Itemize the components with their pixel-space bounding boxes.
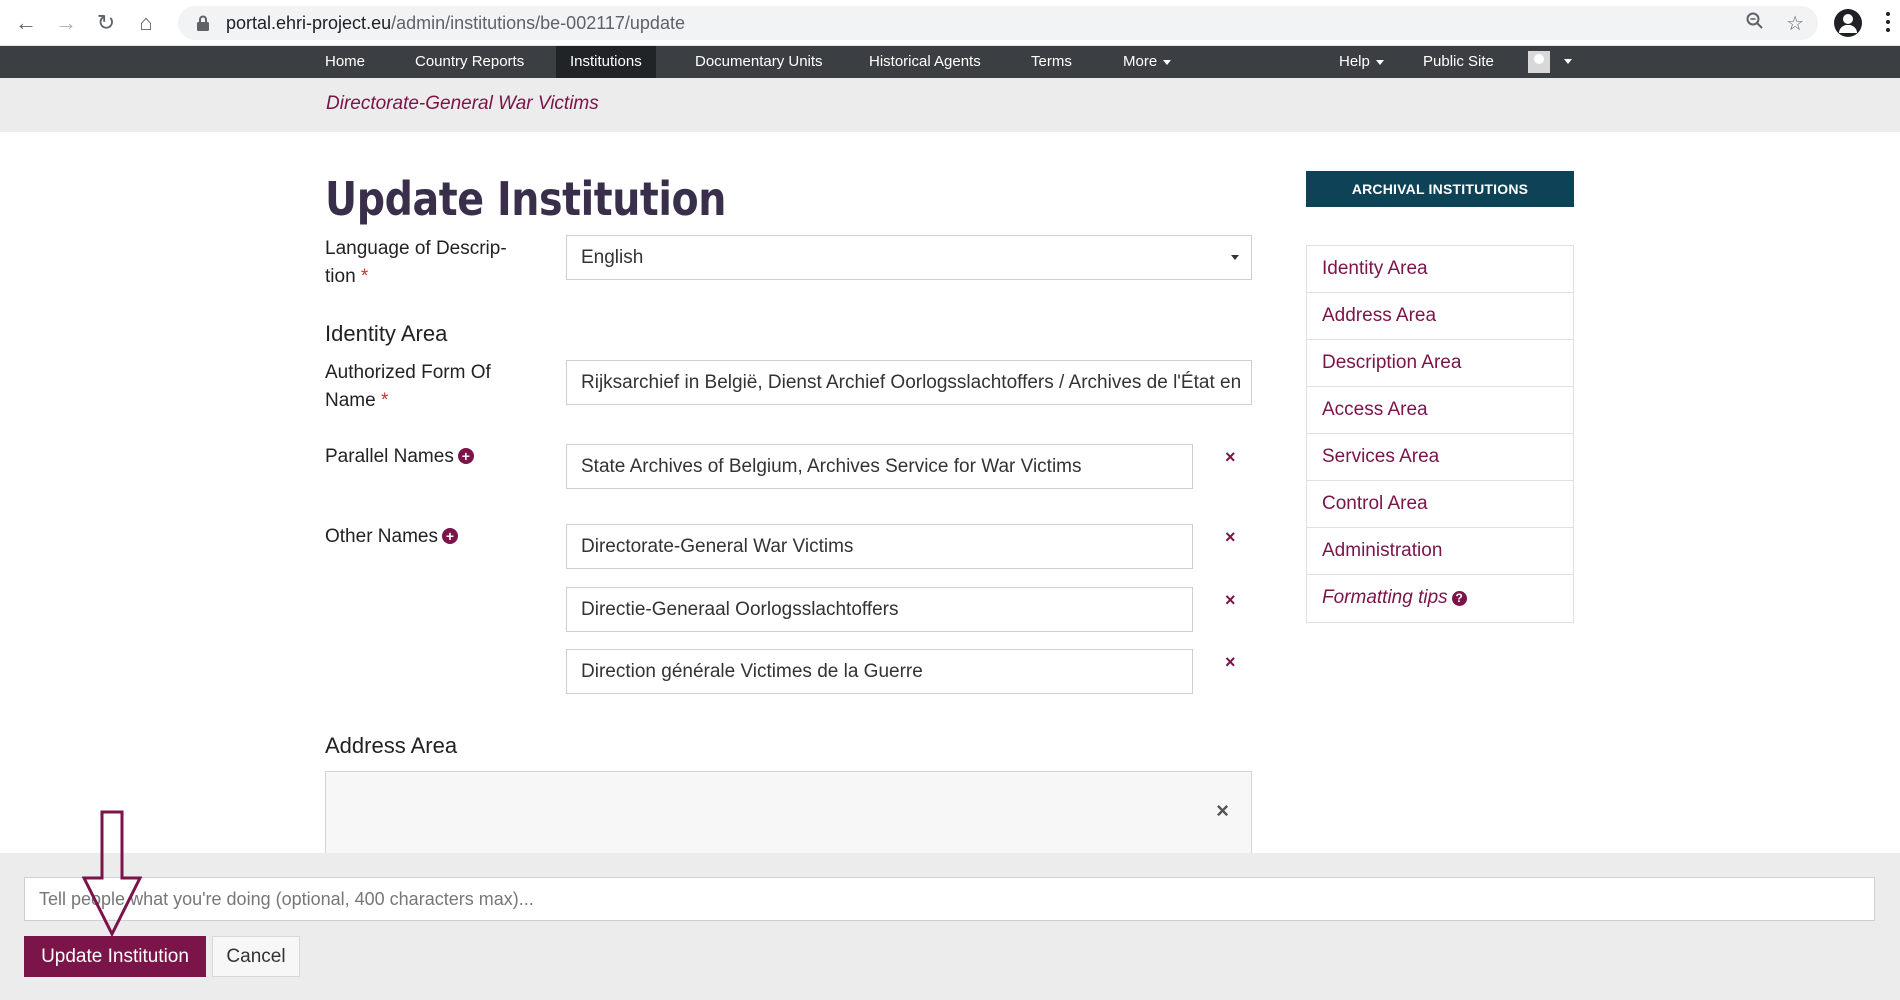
nav-historical-agents[interactable]: Historical Agents: [855, 46, 995, 78]
add-parallel-name-icon[interactable]: +: [457, 448, 474, 464]
breadcrumb[interactable]: Directorate-General War Victims: [326, 93, 599, 115]
browser-menu-icon[interactable]: [1885, 12, 1891, 32]
nav-institutions[interactable]: Institutions: [556, 46, 656, 78]
parallel-name-field[interactable]: State Archives of Belgium, Archives Serv…: [566, 444, 1193, 489]
back-icon[interactable]: ←: [6, 3, 46, 43]
nav-documentary-units[interactable]: Documentary Units: [681, 46, 837, 78]
nav-help[interactable]: Help: [1325, 46, 1398, 78]
other-name-field-1[interactable]: Directorate-General War Victims: [566, 524, 1193, 569]
remove-other-name-icon[interactable]: ×: [1225, 527, 1236, 548]
authorized-name-field[interactable]: Rijksarchief in België, Dienst Archief O…: [566, 360, 1252, 405]
identity-area-heading: Identity Area: [325, 321, 448, 346]
sidebar-item-services-area[interactable]: Services Area: [1307, 434, 1573, 481]
nav-terms[interactable]: Terms: [1017, 46, 1086, 78]
language-select[interactable]: English: [566, 235, 1252, 280]
chevron-down-icon: [1375, 59, 1384, 65]
help-icon: ?: [1451, 591, 1467, 606]
required-mark: *: [380, 390, 389, 411]
sidebar-item-formatting-tips[interactable]: Formatting tips?: [1307, 575, 1573, 622]
action-bar: Tell people what you're doing (optional,…: [0, 853, 1900, 1000]
language-label-line2: tion: [325, 266, 356, 287]
nav-more-label: More: [1123, 53, 1158, 70]
address-area-heading: Address Area: [325, 733, 458, 758]
sidebar-item-address-area[interactable]: Address Area: [1307, 293, 1573, 340]
sidebar-item-administration[interactable]: Administration: [1307, 528, 1573, 575]
other-names-label-text: Other Names: [325, 526, 438, 547]
user-avatar[interactable]: [1528, 51, 1550, 73]
formatting-tips-label: Formatting tips: [1322, 587, 1448, 608]
other-name-field-3[interactable]: Direction générale Victimes de la Guerre: [566, 649, 1193, 694]
authorized-label-line2: Name: [325, 390, 376, 411]
forward-icon[interactable]: →: [46, 3, 86, 43]
url-path: /admin/institutions/be-002117/update: [391, 12, 685, 33]
lock-icon: [194, 14, 212, 32]
language-select-value: English: [581, 247, 644, 268]
sidebar-item-identity-area[interactable]: Identity Area: [1307, 246, 1573, 293]
nav-home[interactable]: Home: [311, 46, 379, 78]
browser-toolbar: ← → ↻ ⌂ portal.ehri-project.eu/admin/ins…: [0, 0, 1900, 46]
sidebar-heading: ARCHIVAL INSTITUTIONS: [1306, 171, 1574, 207]
sidebar-item-control-area[interactable]: Control Area: [1307, 481, 1573, 528]
required-mark: *: [360, 266, 369, 287]
remove-other-name-icon[interactable]: ×: [1225, 590, 1236, 611]
language-label-line1: Language of Descrip-: [325, 238, 507, 259]
nav-help-label: Help: [1339, 53, 1370, 70]
parallel-names-label: Parallel Names +: [325, 443, 474, 471]
nav-country-reports[interactable]: Country Reports: [401, 46, 538, 78]
chevron-down-icon: [1231, 255, 1239, 260]
user-menu-chevron-icon[interactable]: [1564, 59, 1572, 64]
profile-icon[interactable]: [1834, 9, 1862, 37]
nav-public-site[interactable]: Public Site: [1409, 46, 1508, 78]
remove-other-name-icon[interactable]: ×: [1225, 652, 1236, 673]
url-host: portal.ehri-project.eu: [226, 12, 392, 33]
sidebar-item-access-area[interactable]: Access Area: [1307, 387, 1573, 434]
remove-parallel-name-icon[interactable]: ×: [1225, 447, 1236, 468]
language-label: Language of Descrip- tion *: [325, 235, 507, 291]
site-navbar: Home Country Reports Institutions Docume…: [0, 46, 1900, 78]
annotation-arrow-icon: [82, 810, 142, 936]
bookmark-star-icon[interactable]: ☆: [1786, 11, 1804, 36]
sidebar-nav: Identity Area Address Area Description A…: [1306, 245, 1574, 623]
other-names-label: Other Names +: [325, 523, 458, 551]
close-icon[interactable]: ×: [1216, 798, 1229, 824]
breadcrumb-bar: Directorate-General War Victims: [0, 78, 1900, 132]
update-institution-button[interactable]: Update Institution: [24, 936, 206, 977]
add-other-name-icon[interactable]: +: [441, 528, 458, 544]
nav-more[interactable]: More: [1109, 46, 1185, 78]
authorized-label-line1: Authorized Form Of: [325, 362, 491, 383]
url-text: portal.ehri-project.eu/admin/institution…: [226, 13, 685, 34]
parallel-names-label-text: Parallel Names: [325, 446, 454, 467]
reload-icon[interactable]: ↻: [86, 3, 126, 43]
cancel-button[interactable]: Cancel: [212, 936, 300, 977]
address-bar[interactable]: portal.ehri-project.eu/admin/institution…: [178, 6, 1818, 40]
chevron-down-icon: [1163, 59, 1172, 65]
log-message-input[interactable]: Tell people what you're doing (optional,…: [24, 877, 1875, 921]
zoom-icon[interactable]: [1746, 12, 1764, 35]
sidebar-item-description-area[interactable]: Description Area: [1307, 340, 1573, 387]
home-icon[interactable]: ⌂: [126, 3, 166, 43]
page-title: Update Institution: [325, 172, 727, 226]
authorized-name-label: Authorized Form Of Name *: [325, 359, 491, 415]
other-name-field-2[interactable]: Directie-Generaal Oorlogsslachtoffers: [566, 587, 1193, 632]
